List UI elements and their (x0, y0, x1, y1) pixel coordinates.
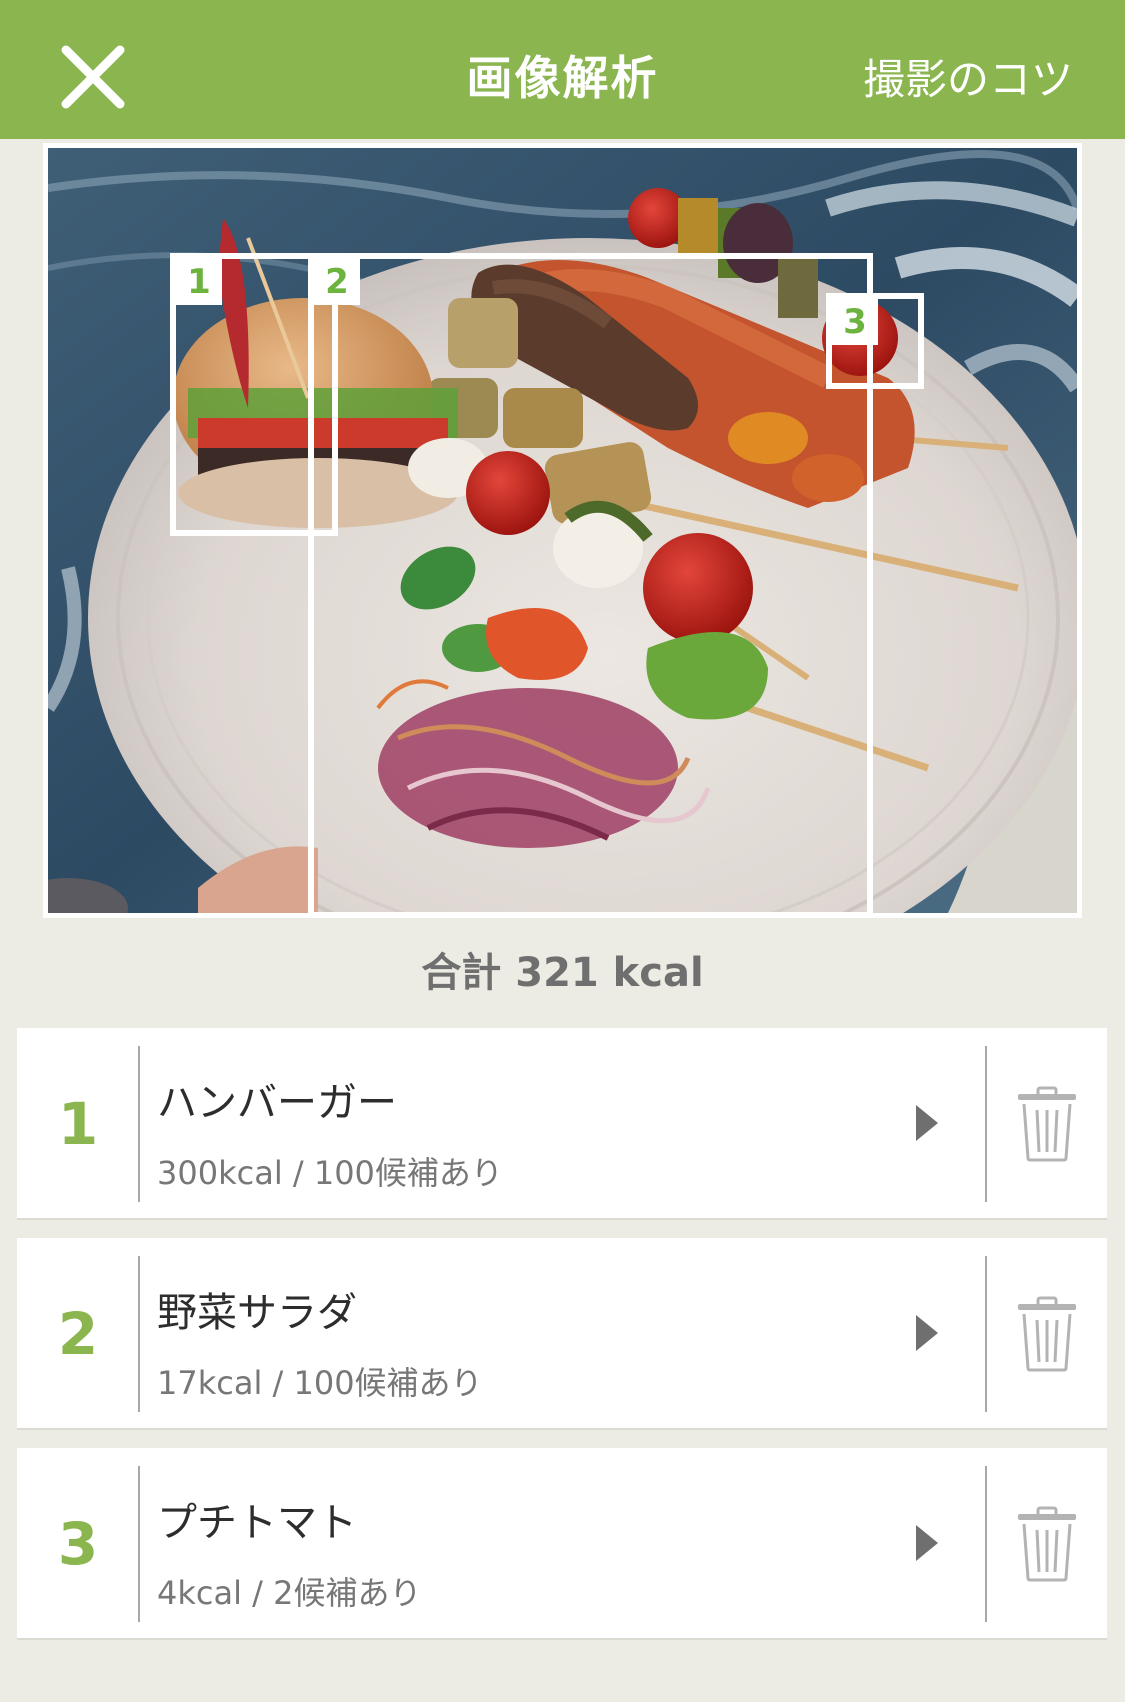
item-name: ハンバーガー (157, 1080, 397, 1126)
item-name: 野菜サラダ (157, 1290, 357, 1336)
item-detail: 300kcal / 100候補あり (157, 1154, 503, 1192)
divider (138, 1256, 140, 1412)
trash-icon (1018, 1086, 1076, 1162)
photo-frame: 1 2 3 (43, 143, 1082, 918)
item-name: プチトマト (157, 1500, 357, 1546)
chevron-right-icon (916, 1315, 938, 1351)
item-number: 2 (57, 1300, 99, 1368)
bbox-2-tag: 2 (314, 259, 360, 305)
divider (138, 1466, 140, 1622)
item-number: 3 (57, 1510, 99, 1578)
food-item-card[interactable]: 2 野菜サラダ 17kcal / 100候補あり (17, 1238, 1107, 1430)
trash-icon (1018, 1506, 1076, 1582)
close-icon (61, 45, 125, 109)
food-item-card[interactable]: 3 プチトマト 4kcal / 2候補あり (17, 1448, 1107, 1640)
item-detail: 17kcal / 100候補あり (157, 1364, 483, 1402)
delete-button[interactable] (987, 1238, 1107, 1430)
chevron-right-icon (916, 1105, 938, 1141)
bbox-3-tag: 3 (832, 299, 878, 345)
divider (138, 1046, 140, 1202)
delete-button[interactable] (987, 1448, 1107, 1640)
bbox-2[interactable]: 2 (308, 253, 873, 913)
food-item-card[interactable]: 1 ハンバーガー 300kcal / 100候補あり (17, 1028, 1107, 1220)
food-photo: 1 2 3 (48, 148, 1077, 913)
header-bar: 画像解析 撮影のコツ (0, 0, 1125, 139)
close-button[interactable] (58, 42, 128, 112)
total-calories: 合計 321 kcal (421, 950, 704, 996)
trash-icon (1018, 1296, 1076, 1372)
item-number: 1 (57, 1090, 99, 1158)
photo-tips-link[interactable]: 撮影のコツ (863, 46, 1073, 107)
chevron-right-icon (916, 1525, 938, 1561)
bbox-1-tag: 1 (176, 259, 222, 305)
delete-button[interactable] (987, 1028, 1107, 1220)
bbox-3[interactable]: 3 (826, 293, 924, 389)
item-detail: 4kcal / 2候補あり (157, 1574, 422, 1612)
